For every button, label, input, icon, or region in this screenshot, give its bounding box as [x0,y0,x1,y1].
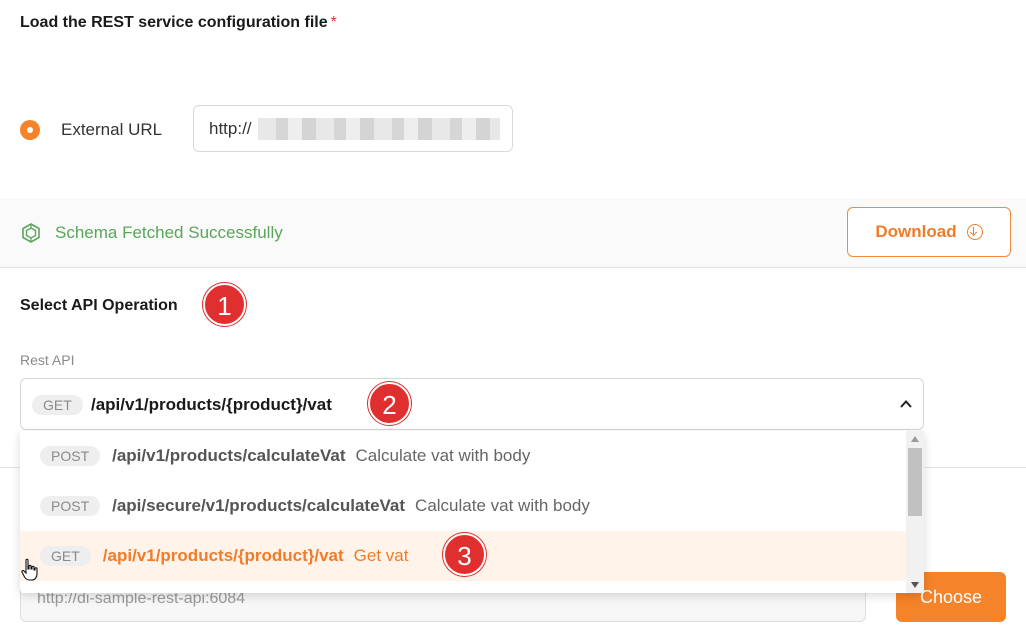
chevron-up-icon[interactable] [899,397,913,411]
cube-check-icon [22,223,40,243]
dropdown-option[interactable]: POST /api/v1/products/calculateVat Calcu… [20,431,906,481]
scroll-up-arrow-icon[interactable] [911,436,919,442]
hand-cursor-icon [21,558,38,581]
scroll-down-arrow-icon[interactable] [911,582,919,588]
option-method-badge: GET [40,546,91,566]
option-description: Calculate vat with body [355,446,531,465]
rest-api-select[interactable]: GET /api/v1/products/{product}/vat [20,378,924,430]
schema-status-bar: Schema Fetched Successfully Download [0,198,1026,268]
rest-api-label: Rest API [20,352,75,368]
dropdown-option[interactable]: POST /api/secure/v1/products/calculateVa… [20,481,906,531]
option-method-badge: POST [40,496,101,516]
redacted-url-blur [258,118,500,140]
scrollbar-thumb[interactable] [908,448,922,516]
external-url-radio[interactable] [20,120,40,140]
download-icon [966,224,983,240]
required-marker: * [330,14,337,31]
option-path: /api/v1/products/{product}/vat [102,546,344,565]
dropdown-scrollbar[interactable] [906,431,924,593]
option-description: Calculate vat with body [415,496,590,515]
schema-status-message: Schema Fetched Successfully [55,223,283,242]
select-api-operation-title: Select API Operation [20,297,178,314]
selected-path: /api/v1/products/{product}/vat [91,395,332,414]
option-path: /api/v1/products/calculateVat [112,446,346,465]
annotation-badge-2: 2 [368,382,411,425]
external-url-label[interactable]: External URL [61,120,162,140]
external-url-input[interactable]: http:// [193,105,513,152]
selected-method-badge: GET [32,395,83,415]
download-label: Download [875,222,957,241]
url-value: http:// [209,119,252,138]
annotation-badge-3: 3 [443,533,486,576]
option-description: Get vat [353,546,409,565]
option-path: /api/secure/v1/products/calculateVat [112,496,406,515]
config-file-title-text: Load the REST service configuration file [20,14,328,31]
config-file-title: Load the REST service configuration file… [20,14,337,32]
annotation-badge-1: 1 [203,283,246,326]
download-button[interactable]: Download [847,207,1011,257]
option-method-badge: POST [40,446,101,466]
